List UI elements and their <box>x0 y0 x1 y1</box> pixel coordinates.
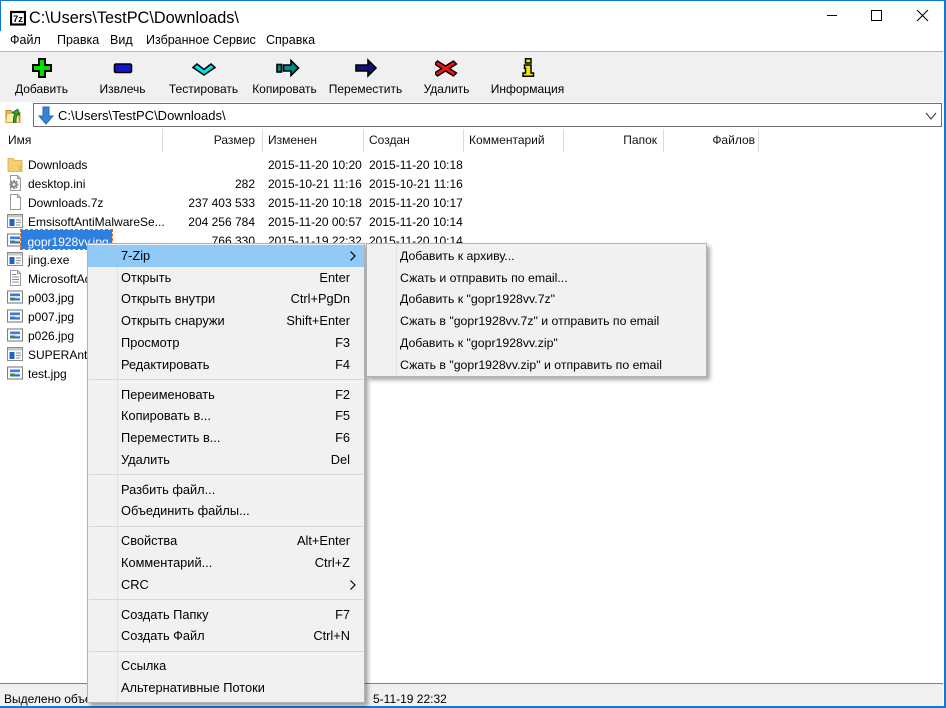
svg-text:7z: 7z <box>13 14 23 25</box>
